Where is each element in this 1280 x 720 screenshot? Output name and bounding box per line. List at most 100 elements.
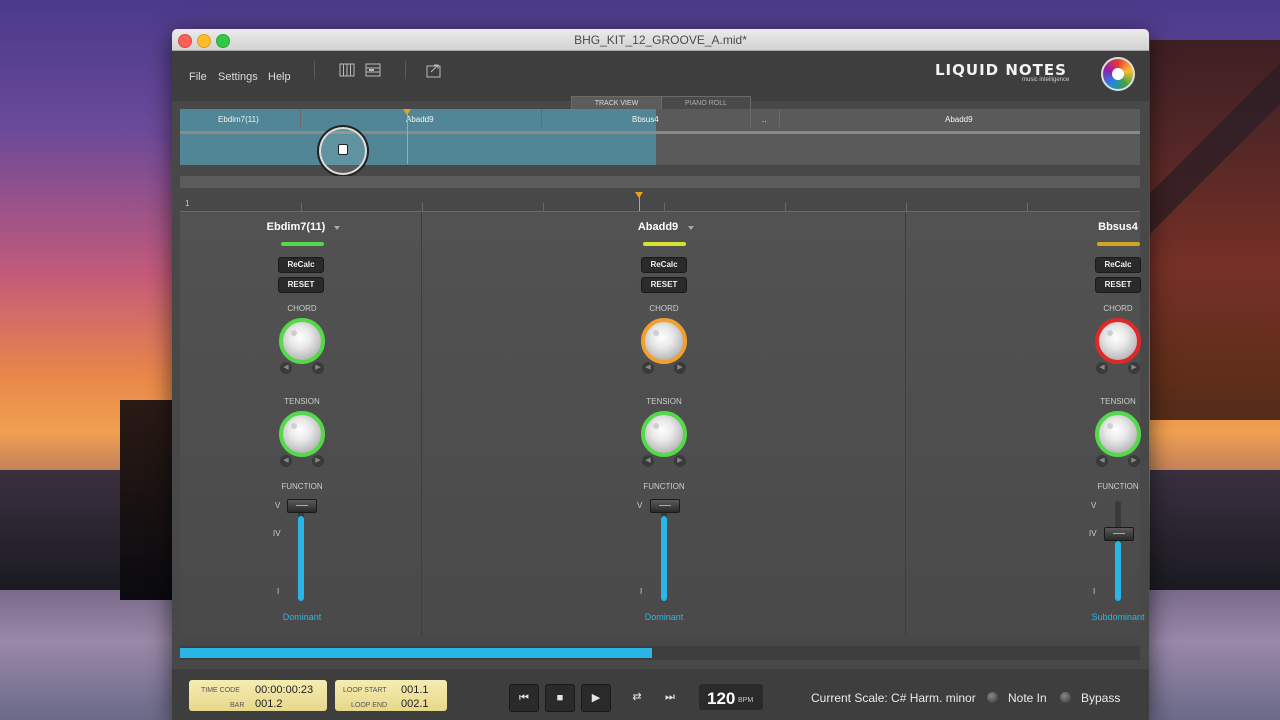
channel-name: Abadd9 bbox=[637, 221, 679, 233]
reset-button[interactable]: RESET bbox=[641, 277, 687, 293]
reset-button[interactable]: RESET bbox=[278, 277, 324, 293]
loop-display: LOOP START 001.1 LOOP END 002.1 bbox=[335, 680, 447, 711]
chevron-left-icon[interactable]: ◀ bbox=[280, 362, 292, 374]
chord-knob[interactable] bbox=[1095, 318, 1141, 364]
fader-handle[interactable] bbox=[287, 499, 317, 513]
chevron-right-icon[interactable]: ▶ bbox=[674, 362, 686, 374]
bypass-indicator-icon[interactable] bbox=[1060, 692, 1071, 703]
time-code-value: 00:00:00:23 bbox=[255, 684, 314, 696]
roman-v: V bbox=[1091, 501, 1097, 510]
metronome-button[interactable]: ⏭ bbox=[656, 684, 684, 710]
track-playhead bbox=[407, 113, 408, 164]
tension-label: TENSION bbox=[284, 397, 320, 406]
loop-end-label: LOOP END bbox=[351, 702, 388, 709]
fader-fill bbox=[1115, 541, 1121, 601]
loop-start-value: 001.1 bbox=[401, 684, 429, 696]
fader-handle[interactable] bbox=[1104, 527, 1134, 541]
tempo-unit: BPM bbox=[738, 697, 754, 704]
chevron-right-icon[interactable]: ▶ bbox=[312, 362, 324, 374]
chevron-left-icon[interactable]: ◀ bbox=[642, 362, 654, 374]
play-icon: ▶ bbox=[591, 692, 601, 704]
ruler-tick bbox=[906, 203, 907, 211]
chevron-down-icon[interactable] bbox=[688, 226, 694, 230]
note-in-label: Note In bbox=[1008, 691, 1047, 705]
progress-fill bbox=[180, 648, 652, 658]
chevron-down-icon[interactable] bbox=[334, 226, 340, 230]
segment-label: .. bbox=[762, 115, 767, 124]
function-label: FUNCTION bbox=[643, 482, 685, 491]
play-button[interactable]: ▶ bbox=[581, 684, 611, 712]
function-label: FUNCTION bbox=[281, 482, 323, 491]
title-bar[interactable]: BHG_KIT_12_GROOVE_A.mid* bbox=[172, 29, 1149, 51]
function-fader[interactable] bbox=[298, 501, 304, 601]
ruler-bar-number: 1 bbox=[185, 199, 190, 208]
grid-icon[interactable] bbox=[365, 62, 381, 78]
ruler-playhead bbox=[639, 196, 640, 211]
channel-color-bar bbox=[643, 242, 686, 246]
function-value: Dominant bbox=[282, 612, 322, 622]
timeline-ruler[interactable]: 1 bbox=[180, 191, 1140, 212]
chevron-right-icon[interactable]: ▶ bbox=[674, 455, 686, 467]
segment-label: Ebdim7(11) bbox=[218, 115, 259, 124]
chevron-left-icon[interactable]: ◀ bbox=[1096, 455, 1108, 467]
channel-name: Bbsus4 bbox=[1098, 221, 1138, 233]
loop-button[interactable]: ⇄ bbox=[623, 684, 651, 710]
loop-icon: ⇄ bbox=[632, 691, 642, 703]
reset-button[interactable]: RESET bbox=[1095, 277, 1141, 293]
piano-icon[interactable] bbox=[339, 62, 355, 78]
function-fader[interactable] bbox=[661, 501, 667, 601]
chevron-left-icon[interactable]: ◀ bbox=[642, 455, 654, 467]
toolbar-separator bbox=[314, 61, 315, 79]
logo-icon bbox=[1101, 57, 1135, 91]
segment-label: Bbsus4 bbox=[632, 115, 659, 124]
app-window: BHG_KIT_12_GROOVE_A.mid* File Settings H… bbox=[172, 29, 1149, 720]
recalc-button[interactable]: ReCalc bbox=[641, 257, 687, 273]
chevron-right-icon[interactable]: ▶ bbox=[312, 455, 324, 467]
chord-knob[interactable] bbox=[279, 318, 325, 364]
function-value: Dominant bbox=[644, 612, 684, 622]
tension-knob[interactable] bbox=[279, 411, 325, 457]
ruler-tick bbox=[543, 203, 544, 211]
ruler-tick bbox=[1027, 203, 1028, 211]
ruler-tick bbox=[422, 203, 423, 211]
fader-fill bbox=[298, 516, 304, 601]
playback-progress-bar[interactable] bbox=[180, 646, 1140, 660]
time-code-label: TIME CODE bbox=[201, 687, 240, 694]
bg-bridge-right bbox=[1150, 40, 1280, 420]
chevron-right-icon[interactable]: ▶ bbox=[1128, 362, 1140, 374]
horizontal-scrollbar[interactable] bbox=[180, 176, 1140, 188]
mouse-cursor-highlight bbox=[317, 125, 369, 177]
segment-label: Abadd9 bbox=[945, 115, 973, 124]
menu-file[interactable]: File bbox=[189, 71, 207, 83]
rewind-button[interactable]: ⏮ bbox=[509, 684, 539, 712]
fader-fill bbox=[661, 516, 667, 601]
tension-knob[interactable] bbox=[641, 411, 687, 457]
bg-bridge-left bbox=[120, 400, 172, 600]
chevron-left-icon[interactable]: ◀ bbox=[280, 455, 292, 467]
channel-name: Ebdim7(11) bbox=[266, 221, 326, 233]
function-value: Subdominant bbox=[1091, 612, 1145, 622]
function-label: FUNCTION bbox=[1097, 482, 1139, 491]
fader-handle[interactable] bbox=[650, 499, 680, 513]
chord-label: CHORD bbox=[287, 304, 317, 313]
note-in-indicator-icon[interactable] bbox=[987, 692, 998, 703]
export-icon[interactable] bbox=[426, 62, 442, 78]
time-code-display: TIME CODE 00:00:00:23 BAR 001.2 bbox=[189, 680, 327, 711]
chevron-right-icon[interactable]: ▶ bbox=[1128, 455, 1140, 467]
recalc-button[interactable]: ReCalc bbox=[278, 257, 324, 273]
chord-knob[interactable] bbox=[641, 318, 687, 364]
current-scale: Current Scale: C# Harm. minor bbox=[811, 691, 976, 705]
tension-label: TENSION bbox=[1100, 397, 1136, 406]
menu-help[interactable]: Help bbox=[268, 71, 291, 83]
tension-knob[interactable] bbox=[1095, 411, 1141, 457]
chevron-left-icon[interactable]: ◀ bbox=[1096, 362, 1108, 374]
chord-label: CHORD bbox=[649, 304, 679, 313]
logo-tagline: music intelligence bbox=[1022, 77, 1070, 83]
recalc-button[interactable]: ReCalc bbox=[1095, 257, 1141, 273]
roman-i: I bbox=[1093, 587, 1096, 596]
function-fader[interactable] bbox=[1115, 501, 1121, 601]
window-title: BHG_KIT_12_GROOVE_A.mid* bbox=[574, 33, 747, 47]
stop-button[interactable]: ■ bbox=[545, 684, 575, 712]
tempo-value: 120 bbox=[707, 689, 736, 708]
menu-settings[interactable]: Settings bbox=[218, 71, 258, 83]
